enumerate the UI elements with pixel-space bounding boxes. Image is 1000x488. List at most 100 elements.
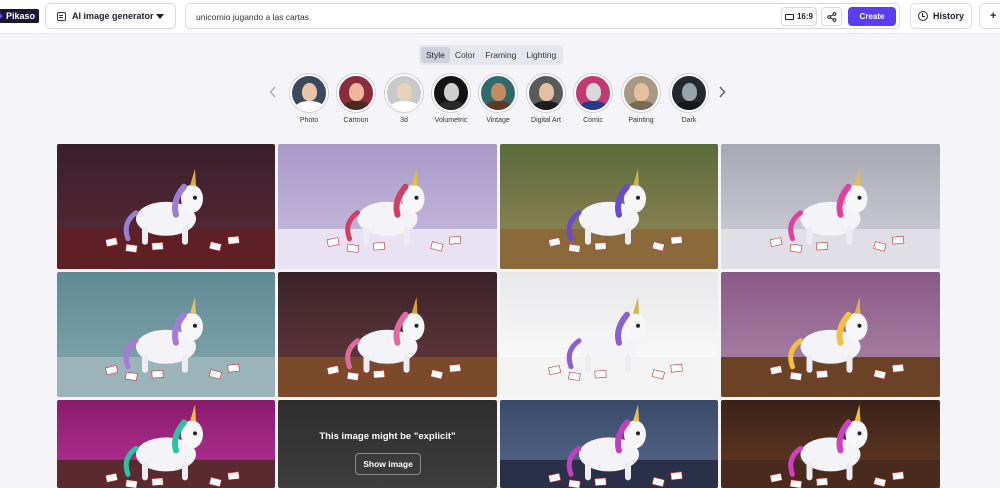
playing-card [594,477,607,487]
style-thumbnail [337,74,375,112]
unicorn-leg [585,462,591,481]
playing-card [448,363,462,373]
history-button[interactable]: History [910,3,972,29]
unicorn-leg [806,226,813,245]
style-label: Dark [681,117,697,124]
generated-image-tile[interactable] [57,144,275,269]
unicorn-image [500,400,718,488]
playing-card [670,471,683,481]
style-label: Painting [628,117,654,124]
playing-card [891,471,905,481]
style-option-3d[interactable]: 3d [379,74,429,124]
generated-image-tile[interactable] [278,144,497,269]
show-image-button[interactable]: Show image [355,453,421,475]
carousel-next-arrow[interactable] [718,86,726,98]
style-thumbnail [385,74,423,112]
playing-card [227,471,240,481]
unicorn-leg [846,462,853,481]
style-thumbnail [432,74,470,112]
generated-image-tile[interactable] [500,144,718,269]
unicorn-image [57,400,275,488]
style-label: Volumetric [434,117,468,124]
tab-color[interactable]: Color [450,47,480,63]
unicorn-leg [363,226,370,245]
generated-image-tile[interactable] [500,400,718,488]
playing-card [227,235,240,245]
generated-image-tile[interactable] [57,272,275,397]
unicorn-eye [193,431,197,436]
style-option-vintage[interactable]: Vintage [473,74,523,124]
style-label: Photo [299,117,319,124]
playing-card [125,243,138,253]
style-option-digital-art[interactable]: Digital Art [521,74,571,124]
generated-image-tile[interactable] [278,272,497,397]
unicorn-image [278,272,497,397]
unicorn-leg [846,226,853,245]
playing-card [594,242,607,251]
style-option-dark[interactable]: Dark [664,74,714,124]
unicorn-leg [363,354,370,373]
playing-card [789,371,803,381]
tab-framing[interactable]: Framing [480,47,521,63]
pikaso-logo[interactable]: Pikaso [0,9,40,23]
unicorn-leg [142,226,148,245]
aspect-ratio-label: 16:9 [796,12,813,21]
carousel-prev-arrow[interactable] [269,86,277,98]
playing-card [346,371,360,381]
unicorn-image [57,272,275,397]
style-option-cartoon[interactable]: Cartoon [331,74,381,124]
style-option-painting[interactable]: Painting [616,74,666,124]
generated-image-tile[interactable] [721,144,940,269]
playing-card [891,363,905,373]
playing-card [151,370,164,379]
aspect-ratio-button[interactable]: 16:9 [781,7,817,26]
unicorn-leg [142,354,148,373]
history-label: History [932,11,964,21]
unicorn-leg [403,354,410,373]
playing-card [789,479,803,488]
unicorn-eye [636,323,640,328]
unicorn-leg [806,462,813,481]
style-option-volumetric[interactable]: Volumetric [426,74,476,124]
chevron-right-icon [719,86,726,98]
playing-card [815,370,829,379]
style-option-comic[interactable]: Comic [568,74,618,124]
share-button[interactable] [821,7,842,26]
unicorn-eye [636,431,640,436]
tab-style[interactable]: Style [421,47,450,63]
playing-card [568,243,581,253]
playing-card [125,371,138,381]
option-tabs: Style Color Framing Lighting [419,45,564,65]
unicorn-leg [182,354,188,373]
unicorn-leg [846,354,853,373]
style-label: Cartoon [343,117,369,124]
unicorn-leg [625,354,631,373]
unicorn-leg [182,462,188,481]
playing-card [346,243,360,253]
chevron-left-icon [269,86,276,98]
generated-image-tile[interactable] [500,272,718,397]
unicorn-leg [585,354,591,373]
style-thumbnail [527,74,565,112]
explicit-image-tile[interactable]: This image might be "explicit" Show image [278,400,497,488]
generated-image-tile[interactable] [721,400,940,488]
tab-lighting[interactable]: Lighting [521,47,561,63]
playing-card [227,363,240,373]
prompt-input[interactable] [196,10,756,24]
unicorn-image [721,272,940,397]
unicorn-image [500,144,718,269]
unicorn-eye [636,195,640,200]
generated-image-tile[interactable] [721,272,940,397]
style-label: 3d [400,117,408,124]
new-button[interactable]: + [979,3,1000,29]
style-thumbnail [574,74,612,112]
mode-select[interactable]: AI image generator [45,3,176,29]
style-option-photo[interactable]: Photo [284,74,334,124]
image-generator-icon [57,11,66,21]
generated-image-tile[interactable] [57,400,275,488]
create-button[interactable]: Create [848,7,896,26]
share-icon [826,11,836,22]
unicorn-leg [403,226,410,245]
unicorn-eye [193,323,197,328]
unicorn-leg [625,226,631,245]
